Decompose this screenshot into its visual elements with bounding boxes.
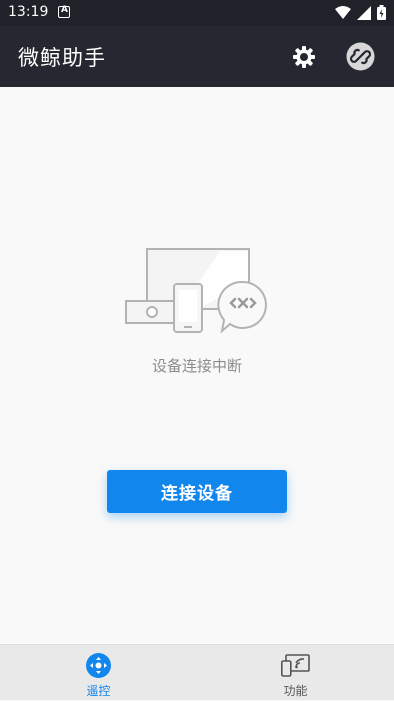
app-bar: 微鲸助手 [0, 26, 394, 87]
device-disconnected-icon [125, 248, 267, 334]
tab-functions[interactable]: 功能 [197, 645, 394, 701]
connect-device-button[interactable]: 连接设备 [107, 470, 287, 513]
status-bar: 13:19 A [0, 0, 394, 26]
status-time: 13:19 [8, 4, 49, 20]
system-icons [335, 5, 386, 20]
remote-icon [86, 653, 111, 678]
battery-icon [377, 5, 386, 20]
wifi-icon [335, 5, 351, 19]
notification-letter: A [61, 5, 68, 15]
app-title: 微鲸助手 [18, 46, 106, 70]
tab-functions-label: 功能 [283, 684, 308, 698]
connection-status-text: 设备连接中断 [151, 357, 242, 375]
bottom-nav: 遥控 功能 [0, 644, 394, 700]
tab-remote[interactable]: 遥控 [0, 645, 197, 701]
gear-icon[interactable] [290, 43, 318, 71]
main-content: 设备连接中断 连接设备 [0, 87, 394, 644]
cast-icon [281, 654, 310, 677]
link-icon[interactable] [346, 42, 375, 71]
signal-icon [357, 5, 371, 20]
tab-remote-label: 遥控 [86, 684, 111, 698]
